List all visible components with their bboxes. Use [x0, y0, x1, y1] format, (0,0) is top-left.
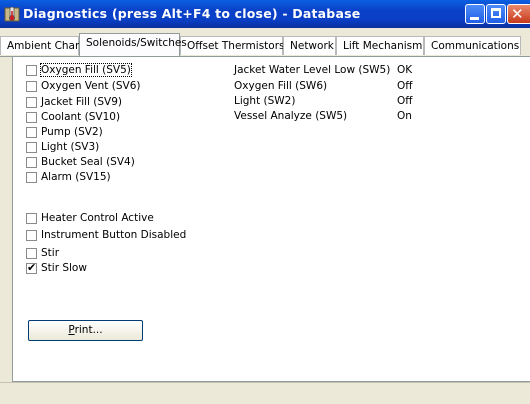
maximize-button[interactable]: [486, 4, 506, 24]
checkbox-box[interactable]: [26, 127, 37, 138]
checkbox-box[interactable]: [26, 248, 37, 259]
close-button[interactable]: ✕: [507, 4, 530, 24]
maximize-icon: [491, 8, 501, 18]
checkbox-box[interactable]: [26, 157, 37, 168]
tab-network[interactable]: Network: [283, 36, 336, 55]
checkbox-box[interactable]: [26, 142, 37, 153]
minimize-icon: [470, 17, 479, 20]
tab-strip: Ambient Chart Solenoids/Switches Offset …: [0, 30, 530, 57]
status-value: Off: [397, 80, 413, 92]
thermometer-app-icon: [4, 6, 20, 22]
close-icon: ✕: [511, 5, 524, 23]
checkbox-box[interactable]: [26, 65, 37, 76]
tab-lift-mechanism[interactable]: Lift Mechanism: [336, 36, 424, 55]
checkbox-box[interactable]: [26, 112, 37, 123]
print-button[interactable]: Print...: [28, 320, 143, 341]
status-bar: [0, 382, 530, 404]
checkbox-box[interactable]: [26, 97, 37, 108]
tab-ambient-chart[interactable]: Ambient Chart: [0, 36, 83, 55]
tab-offset-thermistors[interactable]: Offset Thermistors: [180, 36, 285, 55]
window-title: Diagnostics (press Alt+F4 to close) - Da…: [23, 6, 361, 21]
checkbox-box[interactable]: [26, 230, 37, 241]
status-name: Light (SW2): [234, 95, 296, 107]
checkbox-box[interactable]: [26, 213, 37, 224]
title-bar[interactable]: Diagnostics (press Alt+F4 to close) - Da…: [0, 0, 530, 28]
status-name: Oxygen Fill (SW6): [234, 80, 328, 92]
status-value: On: [397, 110, 412, 122]
checkbox-box-checked[interactable]: [26, 261, 37, 274]
minimize-button[interactable]: [465, 4, 485, 24]
checkbox-box[interactable]: [26, 172, 37, 183]
status-name: Vessel Analyze (SW5): [234, 110, 348, 122]
status-value: Off: [397, 95, 413, 107]
checkbox-box[interactable]: [26, 81, 37, 92]
status-name: Jacket Water Level Low (SW5): [234, 64, 391, 76]
status-value: OK: [397, 64, 413, 76]
tab-solenoids-switches[interactable]: Solenoids/Switches: [79, 33, 187, 56]
tab-communications[interactable]: Communications: [424, 36, 521, 55]
